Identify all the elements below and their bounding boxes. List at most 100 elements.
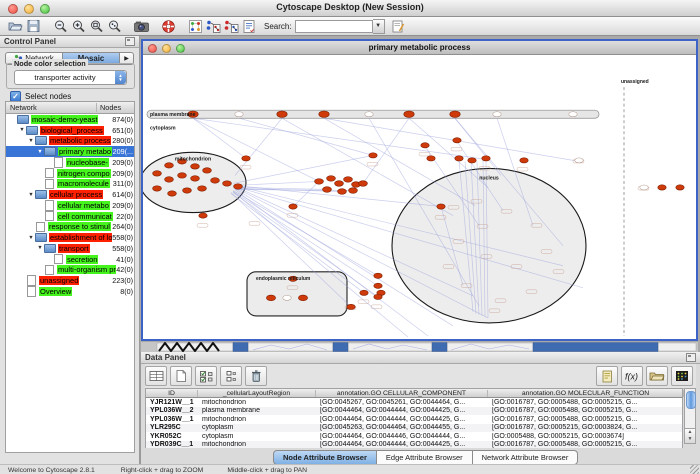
float-panel-icon[interactable] — [686, 353, 696, 362]
tree-item-transport[interactable]: ▼transport558(0) — [6, 243, 134, 254]
zoom-fit-icon[interactable] — [87, 18, 105, 35]
gene-node[interactable] — [374, 273, 382, 278]
gene-node[interactable] — [658, 185, 666, 190]
column-header-2[interactable]: annotation.GO CELLULAR_COMPONENT — [316, 390, 488, 397]
gene-node[interactable] — [168, 191, 177, 196]
gene-node[interactable] — [369, 153, 377, 158]
disclosure-triangle-icon[interactable]: ▼ — [36, 245, 44, 251]
gene-node[interactable] — [359, 181, 368, 187]
table-row[interactable]: YKR052Ccytoplasm[GO:0044464, GO:0044446,… — [146, 432, 682, 441]
gene-node[interactable] — [421, 143, 429, 148]
tree-item-nitrogen-compo[interactable]: nitrogen compo209(0) — [6, 168, 134, 179]
empty-node[interactable] — [235, 112, 243, 117]
gene-node[interactable] — [323, 187, 332, 193]
tree-col-nodes[interactable]: Nodes — [96, 103, 134, 112]
attribute-select-icon[interactable] — [145, 366, 167, 386]
gene-node[interactable] — [374, 294, 382, 299]
scrollbar-arrows[interactable]: ▲▼ — [684, 428, 696, 444]
network-canvas[interactable]: plasma membranecytoplasmmitochondrionnuc… — [143, 55, 696, 339]
empty-node[interactable] — [365, 112, 373, 117]
edge[interactable] — [235, 118, 282, 175]
table-row[interactable]: YPL036W__1mitochondrion[GO:0044464, GO:0… — [146, 415, 682, 424]
gene-node[interactable] — [153, 171, 162, 176]
import-attributes-icon[interactable] — [646, 366, 668, 386]
gene-node[interactable] — [374, 283, 382, 288]
gene-node[interactable] — [153, 186, 162, 191]
tree-item-response-to-stimul[interactable]: response to stimul264(0) — [6, 222, 134, 233]
scroll-up-icon[interactable]: ▲ — [688, 429, 693, 436]
attribute-matrix-icon[interactable] — [671, 366, 693, 386]
gene-node[interactable] — [327, 176, 336, 182]
unselect-attributes-icon[interactable] — [220, 366, 242, 386]
chevron-down-icon[interactable]: ▼ — [373, 19, 385, 34]
gene-node[interactable] — [178, 173, 187, 178]
layout-icon[interactable] — [186, 18, 204, 35]
resize-grip[interactable] — [690, 465, 699, 474]
tree-item-multi-organism-pro[interactable]: multi-organism pro42(0) — [6, 265, 134, 276]
tree-item-primary-metabo[interactable]: ▼primary metabo209(... — [6, 146, 134, 157]
gene-node[interactable] — [199, 213, 207, 218]
gene-node[interactable] — [198, 186, 207, 191]
tab-node-attribute-browser[interactable]: Node Attribute Browser — [273, 450, 377, 465]
tree-item-mosaic-demo-yeast[interactable]: mosaic-demo-yeast874(0) — [6, 114, 134, 125]
tree-item-cell-communicat[interactable]: cell communicat22(0) — [6, 211, 134, 222]
table-row[interactable]: YLR295Ccytoplasm[GO:0045263, GO:0044464,… — [146, 424, 682, 433]
search-options-icon[interactable] — [389, 18, 407, 35]
gene-node[interactable] — [344, 177, 353, 183]
zoom-in-icon[interactable] — [69, 18, 87, 35]
tree-item-cellular-metabo[interactable]: cellular metabo209(0) — [6, 200, 134, 211]
tree-col-network[interactable]: Network — [6, 103, 96, 112]
edge[interactable] — [239, 118, 373, 155]
gene-node[interactable] — [223, 181, 232, 186]
scrollbar-thumb[interactable] — [686, 391, 696, 409]
tab-edge-attribute-browser[interactable]: Edge Attribute Browser — [377, 450, 473, 465]
edge[interactable] — [324, 118, 579, 161]
float-panel-icon[interactable] — [125, 37, 135, 46]
tree-item-overview[interactable]: Overview8(0) — [6, 286, 134, 297]
gene-node[interactable] — [183, 188, 192, 193]
network-view-window[interactable]: primary metabolic process plasma membran… — [141, 39, 698, 341]
network-graph[interactable]: plasma membranecytoplasmmitochondrionnuc… — [143, 55, 696, 339]
gene-node[interactable] — [676, 185, 684, 190]
gene-node[interactable] — [298, 295, 307, 301]
gene-node[interactable] — [437, 204, 445, 209]
function-builder-icon[interactable]: f(x) — [621, 366, 643, 386]
tree-item-cellular-process[interactable]: ▼cellular process614(0) — [6, 189, 134, 200]
edge[interactable] — [363, 118, 409, 183]
delete-attribute-icon[interactable] — [245, 366, 267, 386]
gene-node[interactable] — [520, 158, 528, 163]
tree-item-metabolic-process[interactable]: ▼metabolic process280(0) — [6, 136, 134, 147]
disclosure-triangle-icon[interactable]: ▼ — [27, 235, 35, 241]
gene-node[interactable] — [455, 156, 463, 161]
tab-network-attribute-browser[interactable]: Network Attribute Browser — [473, 450, 579, 465]
gene-node[interactable] — [360, 290, 368, 295]
tree-item-secretion[interactable]: secretion41(0) — [6, 254, 134, 265]
nucleus-region[interactable] — [392, 168, 586, 323]
table-row[interactable]: YPL036W__2plasma membrane[GO:0044464, GO… — [146, 407, 682, 416]
help-icon[interactable] — [159, 18, 177, 35]
column-header-0[interactable]: ID — [146, 390, 198, 397]
gene-node[interactable] — [277, 111, 287, 117]
import-edge-attributes-icon[interactable] — [222, 18, 240, 35]
disclosure-triangle-icon[interactable]: ▼ — [27, 138, 35, 144]
gene-node[interactable] — [468, 158, 476, 163]
disclosure-triangle-icon[interactable]: ▼ — [18, 127, 26, 133]
edge[interactable] — [193, 118, 486, 159]
tree-item-biological-process[interactable]: ▼biological_process651(0) — [6, 125, 134, 136]
tree-item-unassigned[interactable]: unassigned223(0) — [6, 275, 134, 286]
tree-item-macromolecule[interactable]: macromolecule311(0) — [6, 179, 134, 190]
column-header-3[interactable]: annotation.GO MOLECULAR_FUNCTION — [488, 390, 684, 397]
gene-node[interactable] — [165, 177, 174, 182]
column-header-1[interactable]: _cellularLayoutRegion — [198, 390, 316, 397]
gene-node[interactable] — [335, 181, 344, 187]
gene-node[interactable] — [211, 178, 220, 183]
edge[interactable] — [282, 118, 453, 215]
search-input[interactable] — [295, 20, 373, 33]
gene-node[interactable] — [319, 111, 329, 117]
gene-node[interactable] — [242, 156, 250, 161]
snapshot-icon[interactable] — [132, 18, 150, 35]
empty-node[interactable] — [569, 112, 577, 117]
open-file-icon[interactable] — [6, 18, 24, 35]
gene-node[interactable] — [165, 163, 174, 168]
gene-node[interactable] — [453, 138, 461, 143]
